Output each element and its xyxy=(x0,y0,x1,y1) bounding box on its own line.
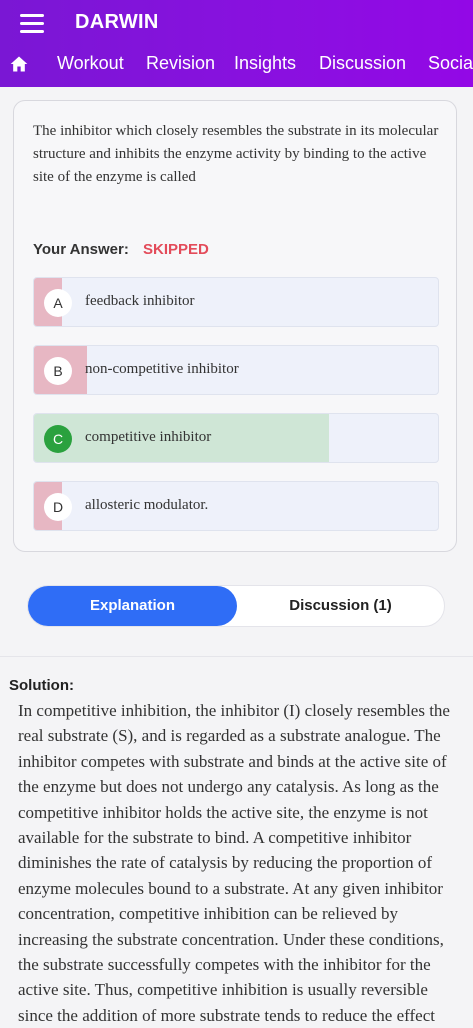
app-title: DARWIN xyxy=(75,11,159,33)
your-answer: Your Answer: SKIPPED xyxy=(33,241,209,258)
option-text: feedback inhibitor xyxy=(85,293,195,309)
question-card: The inhibitor which closely resembles th… xyxy=(13,100,457,552)
discussion-tab[interactable]: Discussion (1) xyxy=(237,586,444,626)
your-answer-label: Your Answer: xyxy=(33,241,129,258)
home-icon[interactable] xyxy=(9,54,29,74)
explanation-discussion-toggle: Explanation Discussion (1) xyxy=(27,585,445,627)
question-text: The inhibitor which closely resembles th… xyxy=(33,123,439,185)
solution-text: In competitive inhibition, the inhibitor… xyxy=(18,701,450,1025)
option-d[interactable]: D allosteric modulator. xyxy=(33,481,439,531)
option-text: competitive inhibitor xyxy=(85,429,212,445)
tab-discussion[interactable]: Discussion xyxy=(319,53,406,74)
option-text: allosteric modulator. xyxy=(85,497,209,513)
option-c[interactable]: C competitive inhibitor xyxy=(33,413,439,463)
tab-workout[interactable]: Workout xyxy=(57,53,124,74)
option-letter-badge: B xyxy=(44,357,72,385)
option-letter-badge: A xyxy=(44,289,72,317)
correct-answer-badge: C xyxy=(44,425,72,453)
option-b[interactable]: B non-competitive inhibitor xyxy=(33,345,439,395)
tab-social[interactable]: Social xyxy=(428,53,473,74)
option-letter-badge: D xyxy=(44,493,72,521)
option-a[interactable]: A feedback inhibitor xyxy=(33,277,439,327)
app-bar: DARWIN Workout Revision Insights Discuss… xyxy=(0,0,473,87)
option-text: non-competitive inhibitor xyxy=(85,361,239,377)
explanation-tab[interactable]: Explanation xyxy=(28,586,237,626)
hamburger-menu-icon[interactable] xyxy=(20,14,44,34)
tab-revision[interactable]: Revision xyxy=(146,53,215,74)
tab-insights[interactable]: Insights xyxy=(234,53,296,74)
your-answer-status: SKIPPED xyxy=(143,241,209,258)
nav-tabs: Workout Revision Insights Discussion Soc… xyxy=(0,48,473,82)
section-divider xyxy=(0,656,473,657)
solution-label: Solution: xyxy=(9,677,74,694)
